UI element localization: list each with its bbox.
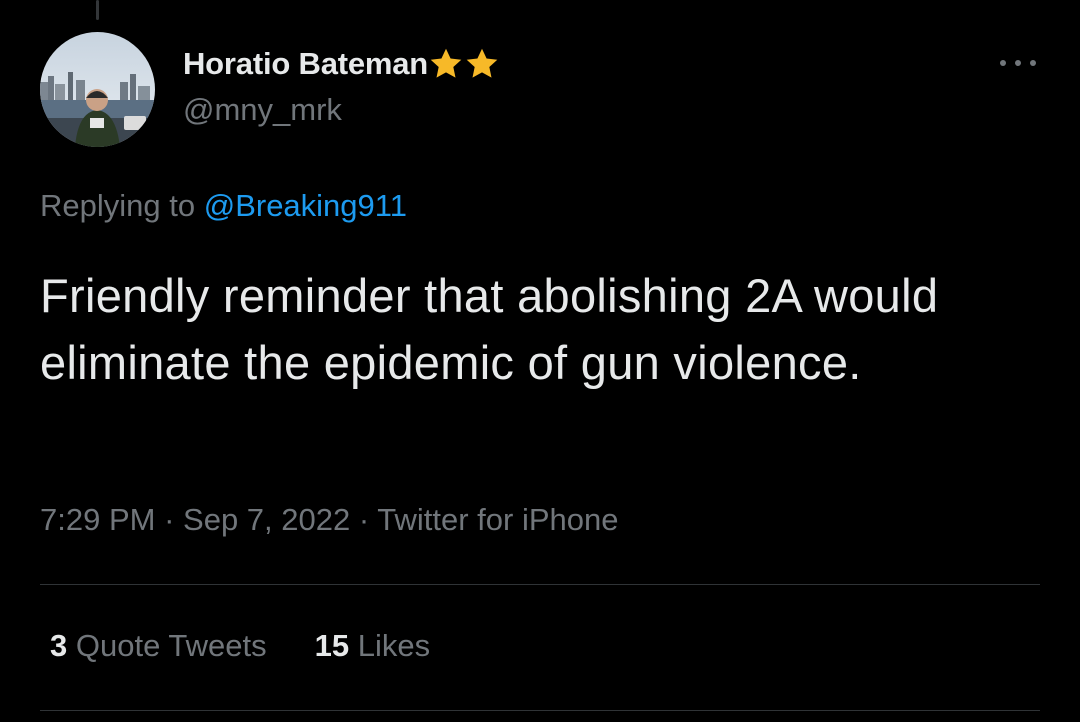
star-icon — [430, 48, 462, 78]
likes-stat[interactable]: 15 Likes — [315, 628, 430, 664]
reply-mention-link[interactable]: @Breaking911 — [204, 188, 407, 223]
divider-top — [40, 584, 1040, 585]
likes-count: 15 — [314, 628, 350, 663]
replying-to-line: Replying to @Breaking911 — [40, 188, 407, 224]
replying-to-label: Replying to — [40, 188, 196, 223]
divider-bottom — [40, 710, 1040, 711]
tweet-time[interactable]: 7:29 PM — [40, 502, 155, 537]
author-handle[interactable]: @mny_mrk — [183, 92, 342, 128]
thread-connector-line — [96, 0, 99, 20]
more-dot — [1015, 60, 1021, 66]
more-dot — [1030, 60, 1036, 66]
tweet-source[interactable]: Twitter for iPhone — [377, 502, 618, 537]
avatar-image — [40, 32, 155, 147]
tweet-meta: 7:29 PM · Sep 7, 2022 · Twitter for iPho… — [40, 502, 618, 538]
tweet-date[interactable]: Sep 7, 2022 — [183, 502, 350, 537]
likes-label: Likes — [357, 628, 431, 663]
author-name-row[interactable]: Horatio Bateman — [183, 44, 500, 84]
meta-separator: · — [358, 502, 370, 537]
meta-separator: · — [164, 502, 175, 537]
author-display-name[interactable]: Horatio Bateman — [183, 46, 428, 82]
avatar[interactable] — [40, 32, 155, 147]
quote-tweets-stat[interactable]: 3 Quote Tweets — [50, 628, 267, 664]
more-horizontal-icon[interactable] — [1000, 48, 1036, 78]
tweet-stats: 3 Quote Tweets 15 Likes — [50, 628, 478, 664]
star-icon — [466, 48, 498, 78]
quote-tweets-label: Quote Tweets — [75, 628, 267, 663]
more-dot — [1000, 60, 1006, 66]
quote-tweets-count: 3 — [50, 628, 68, 663]
tweet-text: Friendly reminder that abolishing 2A wou… — [40, 269, 939, 389]
